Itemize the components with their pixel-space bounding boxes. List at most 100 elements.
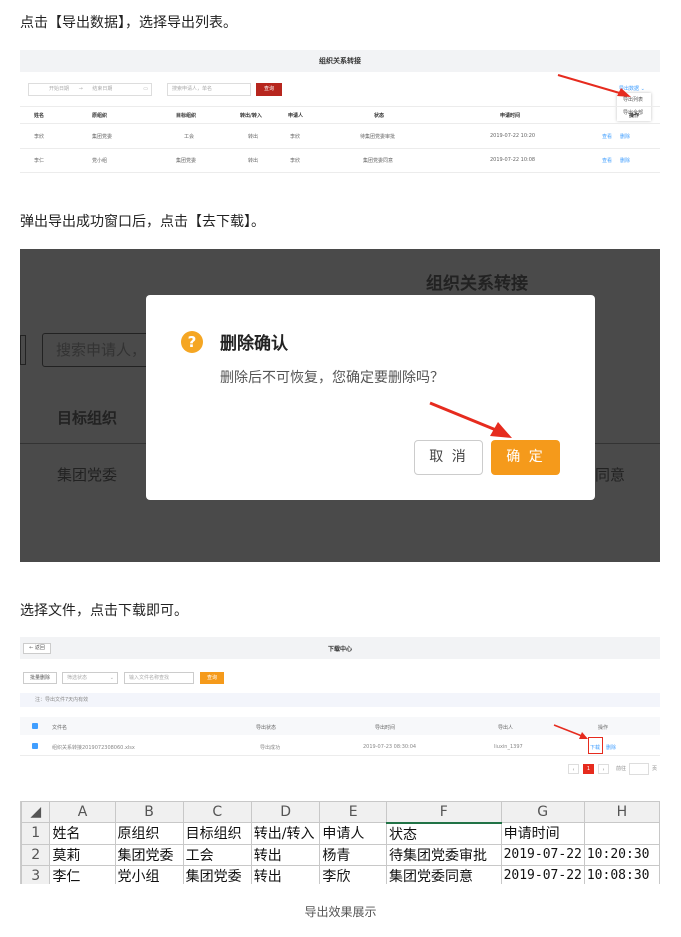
- sheet-cell[interactable]: 工会: [182, 843, 252, 866]
- sheet-cell[interactable]: 莫莉: [49, 843, 116, 866]
- cell-name: 李仁: [34, 158, 45, 164]
- sheet-cell[interactable]: 集团党委: [114, 843, 184, 866]
- view-link[interactable]: 查看: [602, 157, 612, 164]
- select-all-checkbox[interactable]: [32, 723, 38, 729]
- query-button[interactable]: 查询: [200, 672, 224, 684]
- row-number[interactable]: 1: [21, 822, 51, 845]
- sheet-cell[interactable]: 10:20:30: [583, 843, 660, 866]
- query-button[interactable]: 查询: [256, 83, 282, 96]
- page-title: 下载中心: [327, 646, 352, 653]
- cell-time: 2019-07-22 10:20: [490, 133, 536, 139]
- cell-name: 李欣: [34, 134, 45, 140]
- column-letter[interactable]: A: [49, 801, 116, 823]
- column-letter[interactable]: E: [319, 801, 387, 823]
- cell-applicant: 李欣: [290, 158, 301, 164]
- column-letter[interactable]: B: [114, 801, 184, 823]
- column-letter[interactable]: G: [500, 801, 585, 823]
- sheet-cell[interactable]: 2019-07-22: [500, 843, 585, 866]
- sheet-cell[interactable]: 集团党委同意: [386, 864, 502, 884]
- sheet-cell[interactable]: 目标组织: [182, 822, 252, 845]
- confirm-button[interactable]: 确 定: [491, 440, 560, 475]
- column-header: 操作: [629, 113, 640, 119]
- prev-page-button[interactable]: ‹: [568, 764, 579, 774]
- sheet-cell[interactable]: 姓名: [49, 822, 116, 845]
- search-placeholder: 搜索申请人，单名: [172, 86, 213, 92]
- cell-export-status: 导出成功: [260, 745, 281, 751]
- sheet-cell[interactable]: 转出: [250, 864, 321, 884]
- column-letter[interactable]: D: [250, 801, 321, 823]
- delete-link[interactable]: 删除: [620, 157, 630, 164]
- notice-bar: 注：导出文件7天内有效: [20, 693, 660, 707]
- background-title: 组织关系转接: [426, 274, 528, 294]
- view-link[interactable]: 查看: [602, 133, 612, 140]
- row-number[interactable]: 3: [21, 864, 51, 884]
- column-header: 导出人: [498, 725, 514, 731]
- chevron-down-icon: ⌄: [639, 86, 645, 92]
- cell-status: 集团党委同意: [363, 158, 394, 164]
- sheet-cell[interactable]: 杨青: [319, 843, 387, 866]
- file-search-placeholder: 输入文件名称查找: [129, 675, 170, 681]
- column-letter[interactable]: H: [583, 801, 660, 823]
- sheet-cell[interactable]: 李欣: [319, 864, 387, 884]
- column-header: 导出时间: [375, 725, 396, 731]
- search-input[interactable]: 搜索申请人，单名: [167, 83, 251, 96]
- cell-dir: 转出: [248, 134, 259, 140]
- column-header: 申请时间: [500, 113, 521, 119]
- sheet-cell[interactable]: 申请人: [319, 822, 387, 845]
- row-number[interactable]: 2: [21, 843, 51, 866]
- page-title: 组织关系转接: [319, 57, 361, 65]
- sheet-cell[interactable]: 党小组: [114, 864, 184, 884]
- sheet-cell[interactable]: 转出: [250, 843, 321, 866]
- confirm-dialog: ? 删除确认 删除后不可恢复，您确定要删除吗？ 取 消 确 定: [146, 295, 595, 500]
- calendar-icon: ▭: [143, 86, 148, 92]
- next-page-button[interactable]: ›: [598, 764, 609, 774]
- batch-delete-button[interactable]: 批量删除: [23, 672, 57, 684]
- question-icon: ?: [181, 331, 203, 353]
- page-suffix: 页: [652, 766, 658, 772]
- column-header: 状态: [374, 113, 385, 119]
- start-date-placeholder: 开始日期: [49, 86, 70, 92]
- red-arrow-annotation: [557, 74, 631, 97]
- sheet-cell[interactable]: 转出/转入: [250, 822, 321, 845]
- background-cell: 同意: [595, 466, 626, 484]
- dialog-message: 删除后不可恢复，您确定要删除吗？: [220, 370, 444, 386]
- cell-status: 待集团党委审批: [360, 134, 396, 140]
- sheet-row: 1 姓名 原组织 目标组织 转出/转入 申请人 状态 申请时间: [21, 822, 660, 845]
- cell-file-name: 组织关系转接2019072308060.xlsx: [52, 745, 135, 751]
- sheet-cell[interactable]: 李仁: [49, 864, 116, 884]
- red-arrow-annotation: [553, 724, 588, 739]
- cell-from: 党小组: [92, 158, 108, 164]
- file-search-input[interactable]: 输入文件名称查找: [124, 672, 194, 684]
- sheet-cell[interactable]: 状态: [386, 822, 502, 845]
- row-checkbox[interactable]: [32, 743, 38, 749]
- date-range-picker[interactable]: 开始日期 → 结束日期 ▭: [28, 83, 152, 96]
- cancel-button[interactable]: 取 消: [414, 440, 483, 475]
- sheet-cell[interactable]: 原组织: [114, 822, 184, 845]
- sheet-cell[interactable]: 申请时间: [500, 822, 585, 845]
- column-letter[interactable]: C: [182, 801, 252, 823]
- caption-step1: 点击【导出数据】，选择导出列表。: [20, 15, 237, 31]
- cell-export-time: 2019-07-23 08:30:04: [363, 744, 417, 750]
- cell-export-user: liuxin_1397: [494, 744, 523, 750]
- status-filter-select[interactable]: 筛选状态 ⌄: [62, 672, 118, 684]
- select-all-corner[interactable]: ◢: [21, 801, 51, 823]
- column-letter[interactable]: F: [386, 801, 502, 824]
- sheet-cell[interactable]: 集团党委: [182, 864, 252, 884]
- delete-link[interactable]: 删除: [606, 744, 616, 751]
- background-column: 目标组织: [57, 409, 118, 427]
- sheet-cell[interactable]: 10:08:30: [583, 864, 660, 884]
- screenshot-download-center: ← 返回 下载中心 批量删除 筛选状态 ⌄ 输入文件名称查找 查询 注：导出文件7…: [20, 637, 660, 785]
- goto-page-input[interactable]: [629, 763, 649, 775]
- column-header: 操作: [598, 725, 609, 731]
- column-header: 文件名: [52, 725, 68, 731]
- date-range-separator: →: [78, 86, 83, 92]
- spreadsheet-table: ◢ A B C D E F G H 1 姓名 原组织 目标组织 转出/转入 申请…: [21, 801, 660, 884]
- screenshot-dialog: 组织关系转接 搜索申请人， 目标组织 集团党委 同意 ? 删除确认 删除后不可恢…: [20, 249, 660, 562]
- sheet-cell[interactable]: [583, 822, 660, 845]
- delete-link[interactable]: 删除: [620, 133, 630, 140]
- sheet-cell[interactable]: 2019-07-22: [500, 864, 585, 884]
- download-link[interactable]: 下载: [590, 744, 600, 751]
- sheet-cell[interactable]: 待集团党委审批: [386, 843, 502, 866]
- page-number[interactable]: 1: [583, 764, 594, 774]
- column-header: 原组织: [92, 113, 108, 119]
